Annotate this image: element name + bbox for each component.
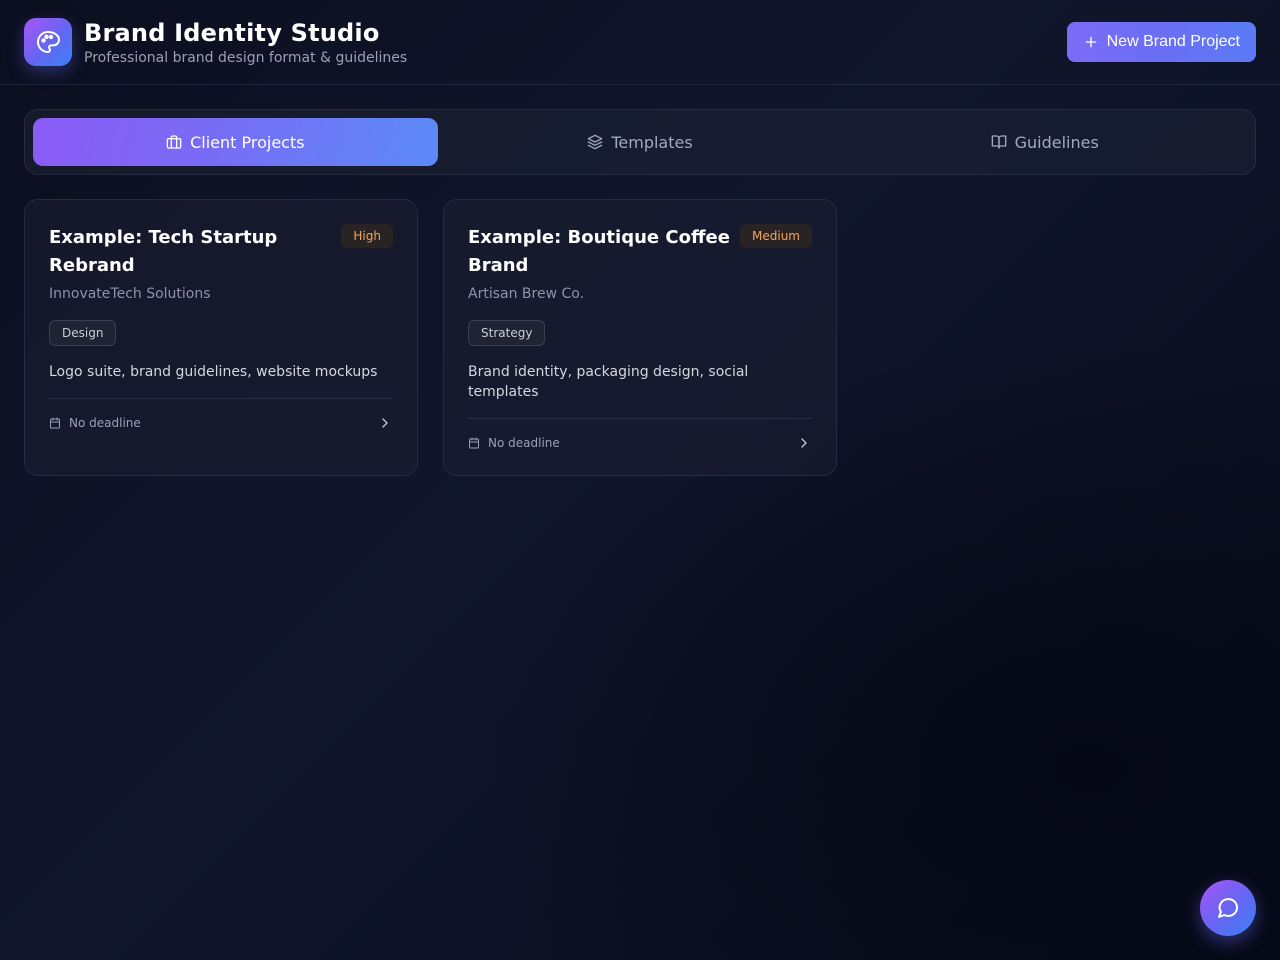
- chevron-right-icon[interactable]: [377, 415, 393, 431]
- app-subtitle: Professional brand design format & guide…: [84, 50, 408, 66]
- deadline: No deadline: [49, 416, 141, 430]
- chevron-right-icon[interactable]: [796, 435, 812, 451]
- deadline-text: No deadline: [69, 416, 141, 430]
- calendar-icon: [50, 417, 60, 429]
- book-open-icon: [991, 135, 1006, 149]
- tab-guidelines-label: Guidelines: [1014, 132, 1099, 152]
- client-name: Artisan Brew Co.: [468, 286, 585, 302]
- app-logo: [24, 18, 72, 66]
- tab-guidelines[interactable]: Guidelines: [842, 118, 1247, 166]
- deadline-text: No deadline: [488, 436, 560, 450]
- calendar-icon: [469, 437, 479, 449]
- priority-badge: Medium: [740, 224, 812, 248]
- tab-client-projects[interactable]: Client Projects: [33, 118, 438, 166]
- new-brand-project-label: New Brand Project: [1106, 33, 1240, 50]
- layers-icon: [587, 134, 603, 150]
- project-list: Example: Tech Startup Rebrand High Innov…: [24, 199, 837, 476]
- priority-badge: High: [341, 224, 393, 248]
- message-circle-icon: [1218, 898, 1239, 918]
- card-footer: No deadline: [468, 418, 812, 451]
- tab-client-projects-label: Client Projects: [190, 132, 305, 152]
- project-description: Brand identity, packaging design, social…: [468, 364, 749, 400]
- category-tag: Strategy: [468, 320, 546, 346]
- new-brand-project-button[interactable]: New Brand Project: [1066, 22, 1256, 62]
- project-title: Example: Tech Startup Rebrand: [49, 227, 278, 276]
- chat-button[interactable]: [1200, 880, 1256, 936]
- card-footer: No deadline: [49, 398, 393, 431]
- client-name: InnovateTech Solutions: [49, 286, 211, 302]
- deadline: No deadline: [468, 436, 560, 450]
- app-title: Brand Identity Studio: [84, 19, 380, 47]
- tab-bar: Client Projects Templates Guidelines: [24, 109, 1256, 175]
- project-description: Logo suite, brand guidelines, website mo…: [49, 364, 378, 380]
- category-tag: Design: [49, 320, 117, 346]
- tab-templates-label: Templates: [611, 132, 693, 152]
- plus-icon: [1085, 36, 1096, 48]
- project-card[interactable]: Example: Tech Startup Rebrand High Innov…: [24, 199, 418, 476]
- palette-icon: [37, 31, 60, 53]
- briefcase-icon: [166, 135, 182, 149]
- project-card[interactable]: Example: Boutique Coffee Brand Medium Ar…: [443, 199, 837, 476]
- project-title: Example: Boutique Coffee Brand: [468, 227, 730, 276]
- tab-templates[interactable]: Templates: [438, 118, 843, 166]
- app-header: Brand Identity Studio Professional brand…: [0, 0, 1280, 85]
